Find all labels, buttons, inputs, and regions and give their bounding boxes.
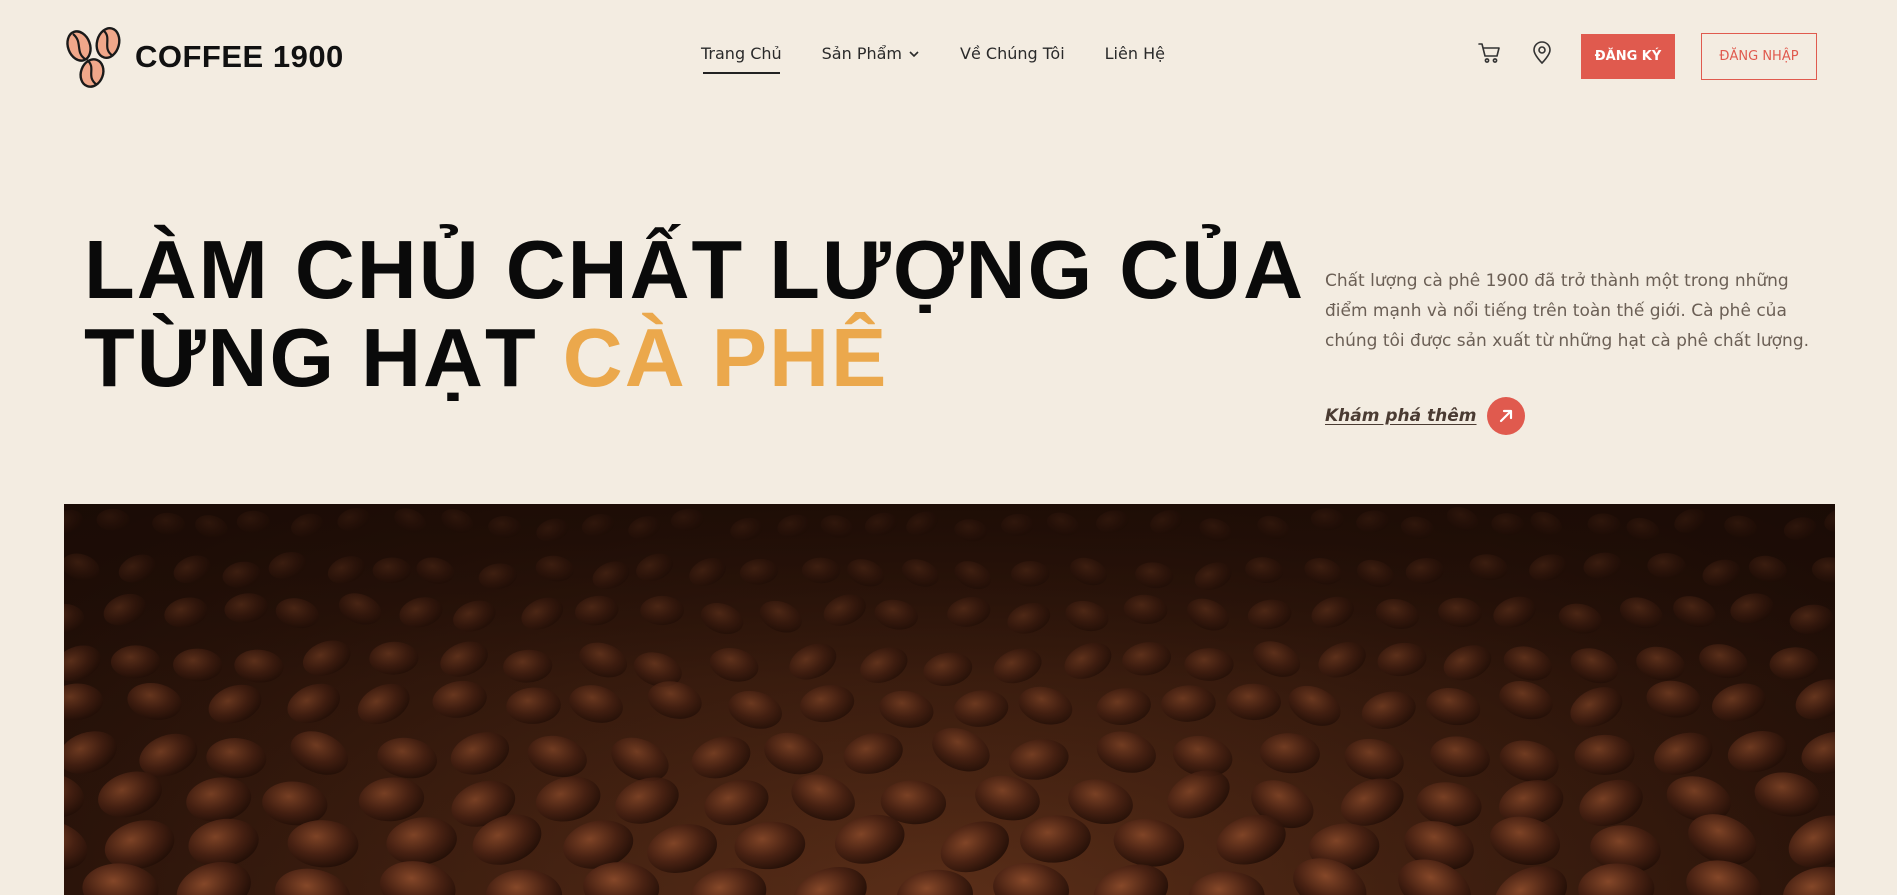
brand-name: COFFEE 1900 xyxy=(135,39,344,74)
nav-item-label: Trang Chủ xyxy=(701,44,782,63)
nav-item-label: Sản Phẩm xyxy=(821,44,903,63)
coffee-beans-icon xyxy=(66,27,121,88)
hero-title-line1: LÀM CHỦ CHẤT LƯỢNG CỦA xyxy=(84,223,1306,316)
hero-title-line2: TỪNG HẠT xyxy=(84,311,563,404)
hero-title-accent: CÀ PHÊ xyxy=(562,311,889,404)
cart-icon[interactable] xyxy=(1477,40,1503,66)
hero-title: LÀM CHỦ CHẤT LƯỢNG CỦA TỪNG HẠT CÀ PHÊ xyxy=(84,226,1324,402)
explore-more-link[interactable]: Khám phá thêm xyxy=(1325,397,1525,435)
login-button[interactable]: ĐĂNG NHẬP xyxy=(1701,33,1817,80)
coffee-beans-illustration xyxy=(64,504,1835,895)
chevron-down-icon xyxy=(909,50,919,57)
nav-item-products[interactable]: Sản Phẩm xyxy=(822,44,920,63)
hero-description: Chất lượng cà phê 1900 đã trở thành một … xyxy=(1325,271,1810,351)
brand-logo[interactable]: COFFEE 1900 xyxy=(63,24,344,90)
nav-item-label: Liên Hệ xyxy=(1104,44,1165,63)
nav-item-about[interactable]: Về Chúng Tôi xyxy=(960,44,1065,63)
register-button[interactable]: ĐĂNG KÝ xyxy=(1581,34,1675,79)
nav-item-label: Về Chúng Tôi xyxy=(960,44,1065,63)
nav-item-home[interactable]: Trang Chủ xyxy=(701,44,782,74)
map-pin-icon[interactable] xyxy=(1529,40,1555,66)
site-header: COFFEE 1900 Trang Chủ Sản Phẩm Về Chúng … xyxy=(0,0,1897,112)
explore-more-label: Khám phá thêm xyxy=(1325,406,1477,426)
coffee-beans-image xyxy=(64,504,1835,895)
arrow-up-right-icon xyxy=(1486,397,1525,435)
main-nav: Trang Chủ Sản Phẩm Về Chúng Tôi Liên Hệ xyxy=(701,44,1205,74)
nav-item-contact[interactable]: Liên Hệ xyxy=(1105,44,1165,63)
